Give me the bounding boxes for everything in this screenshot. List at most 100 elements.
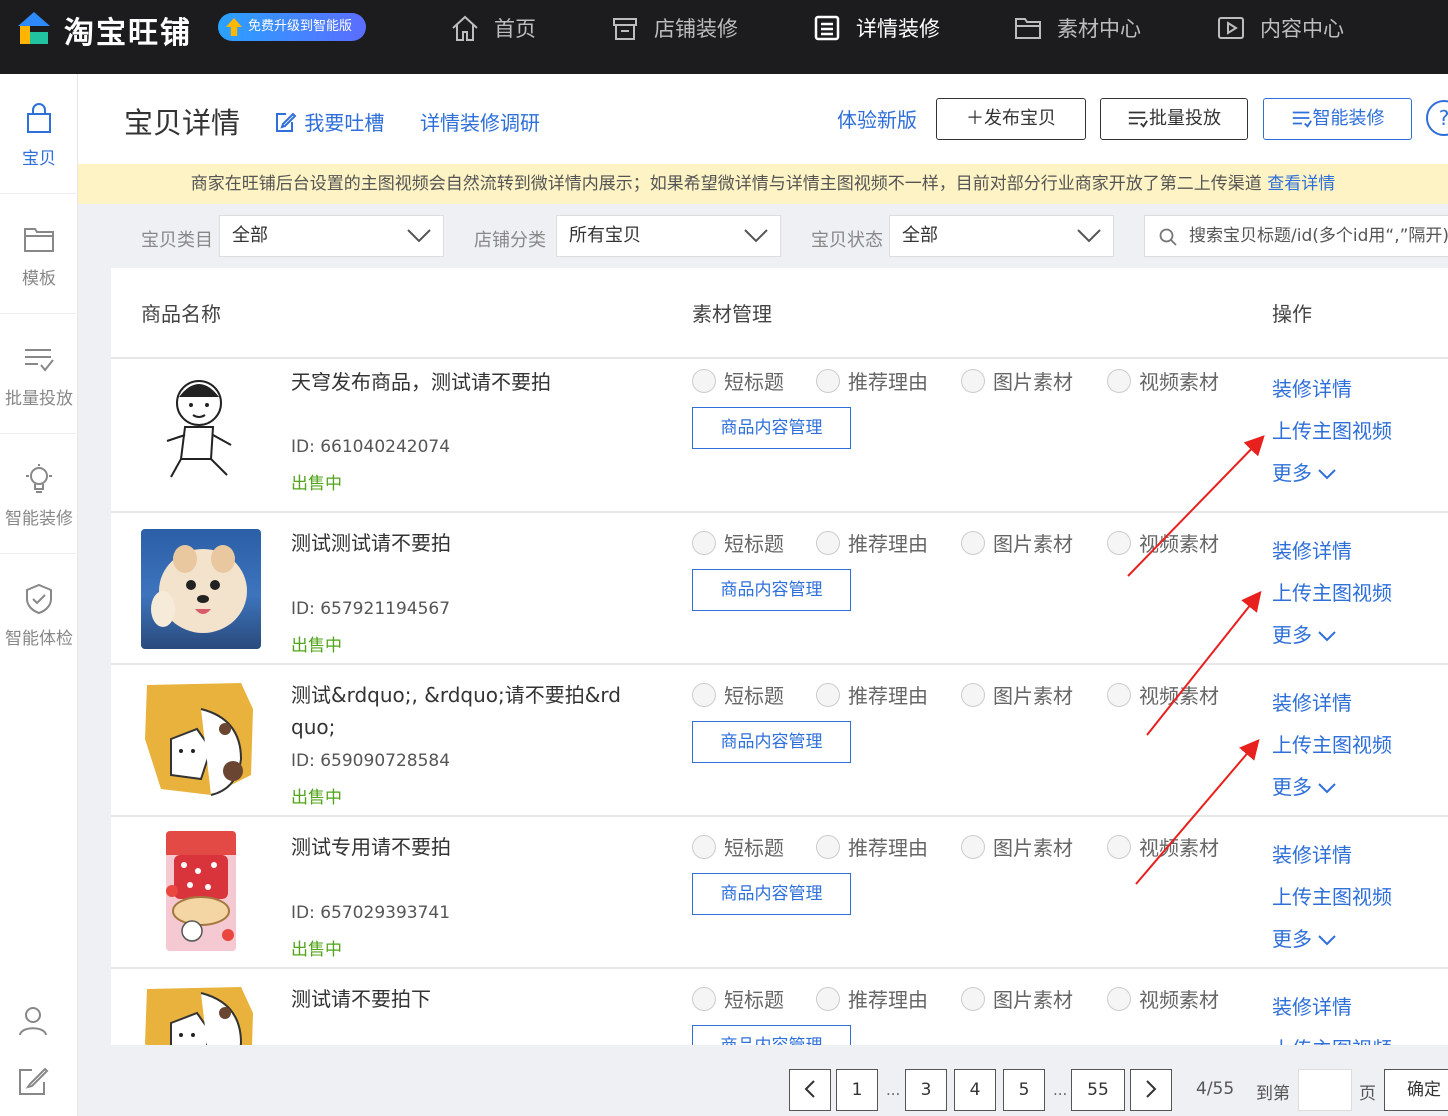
option-video-material[interactable]: 视频素材 xyxy=(1107,366,1219,395)
more-dropdown[interactable]: 更多 xyxy=(1272,457,1336,486)
option-recommend-reason[interactable]: 推荐理由 xyxy=(816,528,928,557)
nav-label: 店铺装修 xyxy=(654,17,738,41)
category-select[interactable]: 全部 xyxy=(219,215,444,257)
page-button[interactable]: 3 xyxy=(905,1069,947,1111)
nav-home[interactable]: 首页 xyxy=(450,0,536,56)
cartoon-cat-image xyxy=(145,683,253,796)
option-video-material[interactable]: 视频素材 xyxy=(1107,528,1219,557)
option-short-title[interactable]: 短标题 xyxy=(692,832,784,861)
content-manage-button[interactable]: 商品内容管理 xyxy=(692,873,851,915)
page-button[interactable]: 55 xyxy=(1071,1069,1125,1111)
sidebar-item-items[interactable]: 宝贝 xyxy=(0,74,78,194)
content-manage-button[interactable]: 商品内容管理 xyxy=(692,1025,851,1045)
upload-video-link[interactable]: 上传主图视频 xyxy=(1272,729,1392,758)
smart-decor-button[interactable]: 智能装修 xyxy=(1263,98,1412,140)
nav-detail-decor[interactable]: 详情装修 xyxy=(812,0,940,56)
option-recommend-reason[interactable]: 推荐理由 xyxy=(816,832,928,861)
notice-link[interactable]: 查看详情 xyxy=(1267,174,1335,194)
product-thumbnail[interactable] xyxy=(141,983,261,1045)
user-icon[interactable] xyxy=(16,1004,50,1038)
option-recommend-reason[interactable]: 推荐理由 xyxy=(816,984,928,1013)
page-button[interactable]: 5 xyxy=(1003,1069,1045,1111)
edit-icon[interactable] xyxy=(16,1064,50,1098)
option-recommend-reason[interactable]: 推荐理由 xyxy=(816,366,928,395)
option-recommend-reason[interactable]: 推荐理由 xyxy=(816,680,928,709)
nav-content[interactable]: 内容中心 xyxy=(1216,0,1344,56)
confirm-button[interactable]: 确定 xyxy=(1384,1069,1448,1111)
option-label: 短标题 xyxy=(724,370,784,394)
content-manage-button[interactable]: 商品内容管理 xyxy=(692,569,851,611)
more-dropdown[interactable]: 更多 xyxy=(1272,619,1336,648)
upgrade-label: 免费升级到智能版 xyxy=(248,19,353,34)
product-name[interactable]: 天穹发布商品，测试请不要拍 xyxy=(291,366,631,398)
option-image-material[interactable]: 图片素材 xyxy=(961,366,1073,395)
product-thumbnail[interactable] xyxy=(166,831,236,951)
upload-video-link[interactable]: 上传主图视频 xyxy=(1272,415,1392,444)
decorate-detail-link[interactable]: 装修详情 xyxy=(1272,991,1352,1020)
upload-video-link[interactable]: 上传主图视频 xyxy=(1272,881,1392,910)
sidebar-item-smart-decor[interactable]: 智能装修 xyxy=(0,434,78,554)
status-select[interactable]: 全部 xyxy=(889,215,1114,257)
option-short-title[interactable]: 短标题 xyxy=(692,984,784,1013)
option-image-material[interactable]: 图片素材 xyxy=(961,984,1073,1013)
search-input[interactable] xyxy=(1189,216,1448,256)
decorate-detail-link[interactable]: 装修详情 xyxy=(1272,373,1352,402)
product-name[interactable]: 测试请不要拍下 xyxy=(291,983,631,1015)
feedback-link[interactable]: 我要吐槽 xyxy=(274,107,384,136)
option-short-title[interactable]: 短标题 xyxy=(692,680,784,709)
sidebar-item-label: 智能体检 xyxy=(5,629,73,649)
radio-icon xyxy=(692,834,716,859)
content-manage-button[interactable]: 商品内容管理 xyxy=(692,407,851,449)
sidebar-item-template[interactable]: 模板 xyxy=(0,194,78,314)
decorate-detail-link[interactable]: 装修详情 xyxy=(1272,535,1352,564)
sidebar-item-health-check[interactable]: 智能体检 xyxy=(0,554,78,674)
decorate-detail-link[interactable]: 装修详情 xyxy=(1272,839,1352,868)
product-thumbnail[interactable] xyxy=(141,371,261,491)
option-label: 图片素材 xyxy=(993,684,1073,708)
option-video-material[interactable]: 视频素材 xyxy=(1107,680,1219,709)
upload-video-link[interactable]: 上传主图视频 xyxy=(1272,577,1392,606)
publish-item-button[interactable]: ＋发布宝贝 xyxy=(936,98,1086,140)
shop-category-select[interactable]: 所有宝贝 xyxy=(556,215,781,257)
page-title: 宝贝详情 xyxy=(124,106,241,140)
nav-label: 详情装修 xyxy=(856,17,940,41)
product-name[interactable]: 测试&rdquo;, &rdquo;请不要拍&rdquo; xyxy=(291,679,631,743)
nav-shop-decor[interactable]: 店铺装修 xyxy=(610,0,738,56)
option-video-material[interactable]: 视频素材 xyxy=(1107,984,1219,1013)
option-image-material[interactable]: 图片素材 xyxy=(961,528,1073,557)
product-name[interactable]: 测试专用请不要拍 xyxy=(291,831,631,863)
nav-label: 首页 xyxy=(494,17,536,41)
decorate-detail-link[interactable]: 装修详情 xyxy=(1272,687,1352,716)
batch-deploy-button[interactable]: 批量投放 xyxy=(1100,98,1248,140)
cartoon-kid-image xyxy=(166,380,232,478)
option-short-title[interactable]: 短标题 xyxy=(692,366,784,395)
more-dropdown[interactable]: 更多 xyxy=(1272,771,1336,800)
help-icon[interactable]: ? xyxy=(1426,100,1448,136)
page-button[interactable]: 1 xyxy=(836,1069,878,1111)
more-label: 更多 xyxy=(1272,927,1312,951)
sidebar-item-batch[interactable]: 批量投放 xyxy=(0,314,78,434)
option-video-material[interactable]: 视频素材 xyxy=(1107,832,1219,861)
option-image-material[interactable]: 图片素材 xyxy=(961,680,1073,709)
survey-link[interactable]: 详情装修调研 xyxy=(420,107,540,136)
option-image-material[interactable]: 图片素材 xyxy=(961,832,1073,861)
upload-video-link[interactable]: 上传主图视频 xyxy=(1272,1033,1392,1045)
content-manage-button[interactable]: 商品内容管理 xyxy=(692,721,851,763)
more-dropdown[interactable]: 更多 xyxy=(1272,923,1336,952)
cartoon-cat-image xyxy=(145,987,253,1045)
product-thumbnail[interactable] xyxy=(141,529,261,649)
new-version-link[interactable]: 体验新版 xyxy=(837,104,917,133)
page-button[interactable]: 4 xyxy=(954,1069,996,1111)
page-number-input[interactable] xyxy=(1298,1069,1352,1111)
option-label: 短标题 xyxy=(724,988,784,1012)
option-label: 推荐理由 xyxy=(848,836,928,860)
product-id: ID: 657921194567 xyxy=(291,599,451,619)
nav-material[interactable]: 素材中心 xyxy=(1013,0,1141,56)
option-short-title[interactable]: 短标题 xyxy=(692,528,784,557)
prev-page-button[interactable] xyxy=(789,1069,831,1111)
product-thumbnail[interactable] xyxy=(141,679,261,799)
upgrade-button[interactable]: 免费升级到智能版 xyxy=(218,13,367,41)
filter-bar: 宝贝类目 全部 店铺分类 所有宝贝 宝贝状态 全部 xyxy=(78,204,1448,272)
next-page-button[interactable] xyxy=(1130,1069,1172,1111)
product-name[interactable]: 测试测试请不要拍 xyxy=(291,527,631,559)
